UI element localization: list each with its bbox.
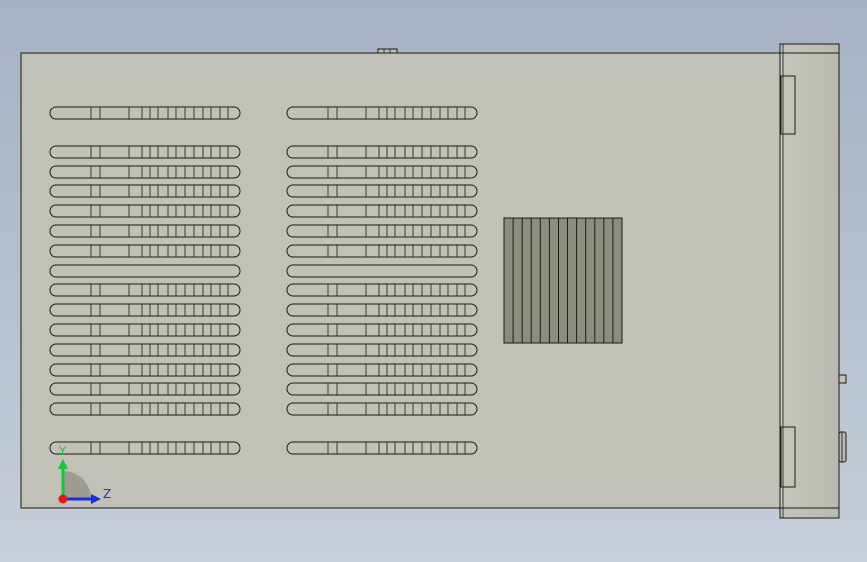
vent-slot: [286, 303, 478, 317]
vent-slot: [49, 283, 241, 297]
vent-slot: [286, 244, 478, 258]
side-pin: [838, 374, 847, 384]
vent-slot: [286, 165, 478, 179]
vent-slot: [286, 184, 478, 198]
vent-slot: [286, 224, 478, 238]
vent-slot: [49, 204, 241, 218]
vent-slot: [49, 382, 241, 396]
vent-slot: [286, 283, 478, 297]
top-tab: [377, 48, 398, 54]
vent-slot: [49, 165, 241, 179]
vent-slot: [286, 343, 478, 357]
y-axis-label: Y: [58, 444, 67, 458]
vent-slot: [49, 224, 241, 238]
vent-slot: [286, 204, 478, 218]
x-axis-dot: [58, 494, 68, 504]
vent-slot: [49, 323, 241, 337]
vent-slot: [49, 264, 241, 278]
vent-slot: [49, 441, 241, 455]
vent-slot: [49, 244, 241, 258]
side-knob: [838, 431, 847, 463]
vent-slot: [286, 402, 478, 416]
vent-slot: [49, 145, 241, 159]
vent-grille: [503, 217, 623, 344]
vent-slot: [49, 363, 241, 377]
vent-slot: [49, 106, 241, 120]
vent-slot: [49, 184, 241, 198]
vent-slot: [49, 402, 241, 416]
vent-slot: [286, 441, 478, 455]
enclosure-body: [20, 52, 782, 509]
end-cap: [779, 43, 847, 519]
z-axis-label: Z: [103, 487, 111, 501]
vent-slot: [49, 343, 241, 357]
vent-slot: [286, 363, 478, 377]
vent-slot: [286, 106, 478, 120]
cad-viewport: Y Z: [20, 43, 847, 519]
vent-slot: [49, 303, 241, 317]
vent-slot: [286, 145, 478, 159]
vent-slot: [286, 382, 478, 396]
vent-slot: [286, 264, 478, 278]
vent-slot: [286, 323, 478, 337]
